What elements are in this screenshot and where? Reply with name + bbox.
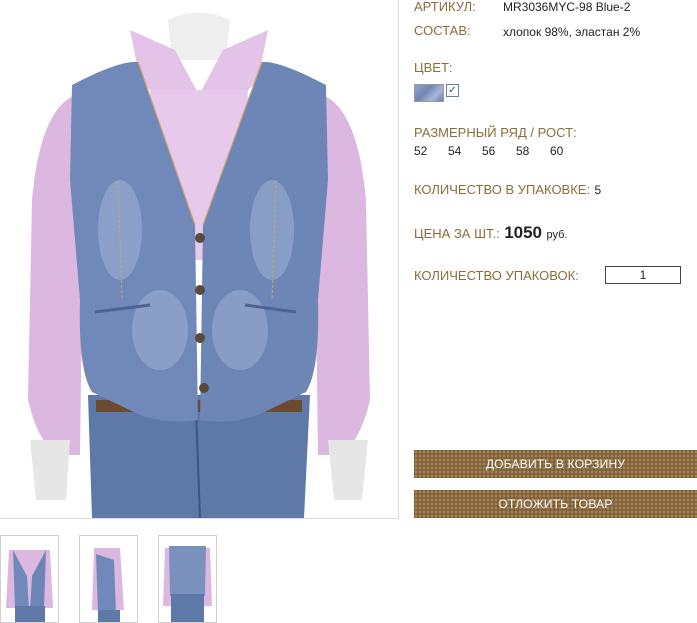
color-label: ЦВЕТ: bbox=[414, 60, 453, 75]
color-checkbox[interactable]: ✓ bbox=[446, 84, 459, 97]
composition-value-wrap: хлопок 98%, эластан 2% bbox=[503, 23, 640, 41]
size-option[interactable]: 54 bbox=[448, 144, 461, 158]
article-value-wrap: MR3036MYC-98 Blue-2 bbox=[503, 0, 630, 16]
thumbnail-side[interactable] bbox=[79, 535, 138, 623]
thumbnail-front[interactable] bbox=[0, 535, 59, 623]
main-product-image[interactable] bbox=[0, 0, 399, 519]
add-to-cart-button[interactable]: ДОБАВИТЬ В КОРЗИНУ bbox=[414, 450, 697, 478]
size-option[interactable]: 60 bbox=[550, 144, 563, 158]
packs-quantity-input[interactable] bbox=[605, 266, 681, 284]
thumb-front-image bbox=[1, 536, 58, 622]
thumbnail-back[interactable] bbox=[158, 535, 217, 623]
color-row: ЦВЕТ: bbox=[414, 59, 453, 77]
size-label: РАЗМЕРНЫЙ РЯД / РОСТ: bbox=[414, 125, 577, 140]
packs-row: КОЛИЧЕСТВО УПАКОВОК: bbox=[414, 267, 579, 285]
size-row: РАЗМЕРНЫЙ РЯД / РОСТ: bbox=[414, 124, 577, 142]
denim-vest-photo bbox=[0, 0, 398, 518]
defer-item-button[interactable]: ОТЛОЖИТЬ ТОВАР bbox=[414, 490, 697, 518]
composition-label: СОСТАВ: bbox=[414, 23, 471, 38]
thumb-back-image bbox=[159, 536, 216, 622]
size-option[interactable]: 58 bbox=[516, 144, 529, 158]
price-value: 1050 bbox=[504, 223, 543, 242]
price-unit: руб. bbox=[546, 229, 568, 241]
article-row: АРТИКУЛ: bbox=[414, 0, 476, 16]
price-label: ЦЕНА ЗА ШТ.: bbox=[414, 226, 500, 241]
pack-label: КОЛИЧЕСТВО В УПАКОВКЕ: bbox=[414, 182, 591, 197]
packs-label: КОЛИЧЕСТВО УПАКОВОК: bbox=[414, 268, 579, 283]
pack-row: КОЛИЧЕСТВО В УПАКОВКЕ: 5 bbox=[414, 181, 601, 199]
composition-row: СОСТАВ: bbox=[414, 22, 471, 40]
size-option[interactable]: 52 bbox=[414, 144, 427, 158]
article-value: MR3036MYC-98 Blue-2 bbox=[503, 0, 631, 14]
color-swatch-blue[interactable] bbox=[414, 84, 444, 102]
thumb-side-image bbox=[80, 536, 137, 622]
size-option[interactable]: 56 bbox=[482, 144, 495, 158]
composition-value: хлопок 98%, эластан 2% bbox=[503, 25, 641, 39]
article-label: АРТИКУЛ: bbox=[414, 0, 476, 14]
pack-value: 5 bbox=[594, 183, 602, 197]
price-row: ЦЕНА ЗА ШТ.: 1050 руб. bbox=[414, 223, 567, 243]
